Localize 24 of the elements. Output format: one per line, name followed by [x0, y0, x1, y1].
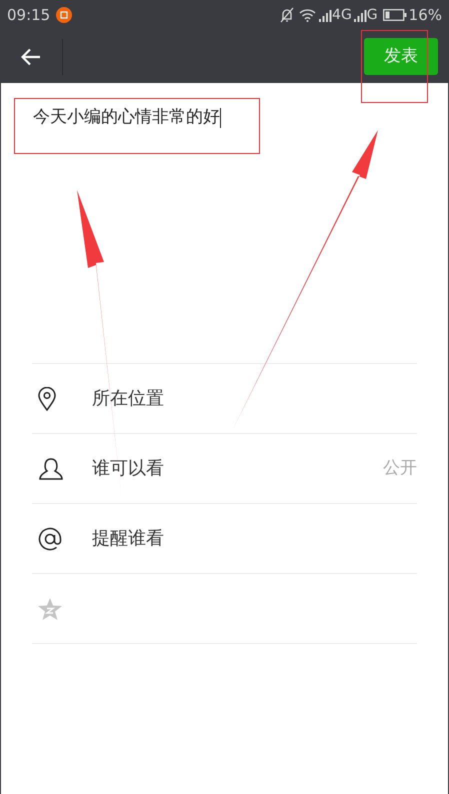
star-icon	[38, 598, 62, 620]
muted-bell-icon	[280, 7, 294, 23]
app-notification-icon	[56, 7, 72, 23]
option-label: 谁可以看	[92, 457, 165, 481]
option-value: 公开	[383, 456, 417, 480]
option-row[interactable]: 提醒谁看	[32, 504, 417, 574]
option-label: 所在位置	[92, 387, 165, 411]
option-row[interactable]: 所在位置	[32, 364, 417, 434]
wifi-icon	[299, 8, 316, 22]
status-time: 09:15	[7, 4, 50, 26]
person-icon	[38, 458, 64, 480]
back-arrow-icon	[21, 48, 41, 66]
signal-icon	[354, 8, 367, 22]
option-row[interactable]: 谁可以看 公开	[32, 434, 417, 504]
location-pin-icon	[38, 386, 56, 410]
text-cursor	[220, 108, 221, 128]
post-text-field[interactable]: 今天小编的心情非常的好	[33, 105, 416, 130]
option-label: 提醒谁看	[92, 527, 165, 551]
network-type: G	[366, 6, 378, 24]
battery-level: 16%	[408, 4, 442, 26]
signal-icon	[319, 8, 332, 22]
network-type: 4G	[332, 6, 352, 24]
battery-icon	[382, 9, 407, 21]
at-sign-icon	[38, 526, 62, 550]
